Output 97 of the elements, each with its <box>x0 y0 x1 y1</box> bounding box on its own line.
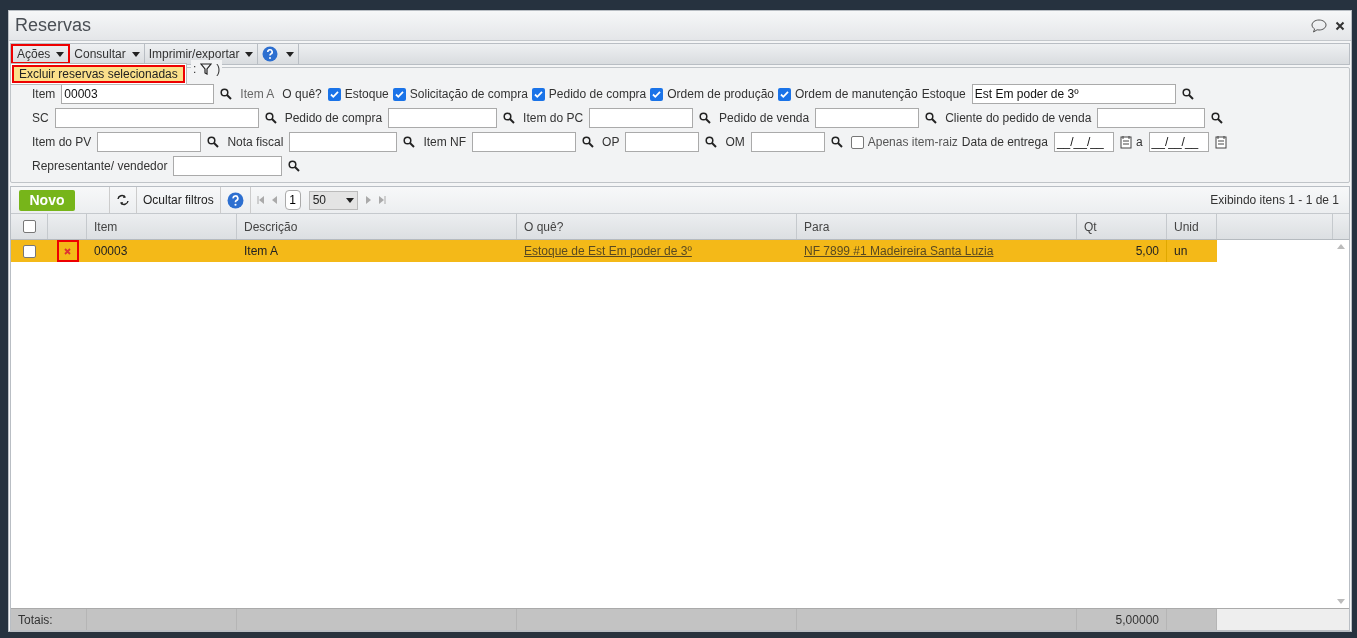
search-icon[interactable] <box>830 136 843 148</box>
input-field[interactable] <box>54 108 259 128</box>
field-label: SC <box>32 110 49 127</box>
column-header[interactable]: Unid <box>1167 214 1217 239</box>
search-icon[interactable] <box>699 112 712 124</box>
field-label: a <box>1135 134 1143 151</box>
checkbox-label: Estoque <box>344 86 389 103</box>
field-label: Item do PV <box>32 134 92 151</box>
hide-filters-button[interactable]: Ocultar filtros <box>136 187 221 213</box>
field-label: OP <box>602 134 620 151</box>
table-cell-text: un <box>1174 243 1188 260</box>
input-field[interactable] <box>97 132 202 152</box>
table-cell-text: Item A <box>244 243 278 260</box>
table-link[interactable]: Estoque de Est Em poder de 3º <box>524 242 692 260</box>
field-label: Pedido de compra <box>284 110 383 127</box>
search-icon[interactable] <box>1181 88 1194 100</box>
checkbox-label: Solicitação de compra <box>409 86 528 103</box>
checkbox[interactable] <box>650 87 664 101</box>
input-field[interactable]: Est Em poder de 3º <box>971 84 1176 104</box>
field-label: Nota fiscal <box>227 134 284 151</box>
refresh-icon[interactable] <box>116 194 130 206</box>
search-icon[interactable] <box>925 112 938 124</box>
checkbox[interactable] <box>22 220 36 233</box>
column-header[interactable]: Qt <box>1077 214 1167 239</box>
column-header[interactable]: O quê? <box>517 214 797 239</box>
help-icon[interactable] <box>226 191 244 209</box>
field-label: Item NF <box>423 134 467 151</box>
field-label: OM <box>725 134 745 151</box>
search-icon[interactable] <box>1211 112 1224 124</box>
search-icon[interactable] <box>207 136 220 148</box>
checkbox[interactable] <box>531 87 545 101</box>
field-label: Pedido de venda <box>719 110 810 127</box>
speech-bubble-icon[interactable] <box>1311 18 1327 33</box>
column-header[interactable]: Descrição <box>237 214 517 239</box>
search-icon[interactable] <box>288 160 301 172</box>
input-field[interactable]: 00003 <box>61 84 215 104</box>
table-row[interactable]: 00003 Item A Estoque de Est Em poder de 3º NF 7899 #1 Madeireira Santa Luzia 5,00 un <box>11 240 1217 262</box>
search-icon[interactable] <box>503 112 516 124</box>
delete-button[interactable] <box>56 240 79 262</box>
input-field[interactable] <box>289 132 398 152</box>
menu-item[interactable]: Excluir reservas selecionadas <box>12 65 185 83</box>
field-label: Data de entrega <box>961 134 1048 151</box>
checkbox-label: Ordem de manutenção <box>795 86 918 103</box>
checkbox[interactable] <box>327 87 341 101</box>
caret-icon <box>286 51 295 57</box>
page-field[interactable]: 1 <box>284 190 301 210</box>
page-size-select[interactable]: 50 <box>308 190 358 210</box>
legend-text: : <box>193 61 197 78</box>
field-label: Item do PC <box>523 110 584 127</box>
totals-value: 5,00000 <box>1115 611 1159 629</box>
table-link[interactable]: NF 7899 #1 Madeireira Santa Luzia <box>804 242 994 260</box>
totals-label: Totais: <box>18 611 53 629</box>
field-label: Item <box>32 86 56 103</box>
date-field[interactable]: __/__/__ <box>1053 132 1114 152</box>
table-cell-text: 5,00 <box>1135 243 1159 260</box>
checkbox-label: Pedido de compra <box>548 86 647 103</box>
input-field[interactable] <box>625 132 700 152</box>
caret-icon <box>345 197 354 203</box>
input-field[interactable] <box>173 156 283 176</box>
close-icon[interactable] <box>1335 20 1345 31</box>
input-field[interactable] <box>815 108 920 128</box>
field-label: Cliente do pedido de venda <box>945 110 1092 127</box>
caret-icon <box>131 51 140 57</box>
search-icon[interactable] <box>705 136 718 148</box>
filter-icon[interactable] <box>200 63 213 75</box>
field-label: O quê? <box>282 86 322 103</box>
date-field[interactable]: __/__/__ <box>1148 132 1209 152</box>
table-cell-text: 00003 <box>94 243 128 260</box>
checkbox-label: Ordem de produção <box>667 86 774 103</box>
column-header[interactable]: Para <box>797 214 1077 239</box>
item-description: Item A <box>240 86 275 103</box>
input-field[interactable] <box>1097 108 1206 128</box>
items-summary: Exibindo itens 1 - 1 de 1 <box>1210 192 1339 209</box>
window-title: Reservas <box>15 14 92 37</box>
checkbox[interactable] <box>23 244 36 258</box>
help-icon[interactable] <box>262 46 279 62</box>
checkbox[interactable] <box>778 87 791 101</box>
caret-icon <box>56 51 65 57</box>
input-field[interactable] <box>388 108 498 128</box>
calendar-icon[interactable] <box>1119 135 1132 149</box>
checkbox[interactable] <box>850 135 864 149</box>
input-field[interactable] <box>589 108 694 128</box>
column-header[interactable]: Item <box>87 214 237 239</box>
delete-icon <box>64 247 71 255</box>
search-icon[interactable] <box>403 136 416 148</box>
field-label: Estoque <box>921 86 966 103</box>
calendar-icon[interactable] <box>1214 135 1227 149</box>
input-field[interactable] <box>472 132 577 152</box>
checkbox[interactable] <box>392 87 406 101</box>
search-icon[interactable] <box>582 136 595 148</box>
caret-icon <box>245 51 254 57</box>
legend-text: ) <box>216 61 221 78</box>
search-icon[interactable] <box>264 112 277 124</box>
field-label: Representante/ vendedor <box>32 158 168 175</box>
search-icon[interactable] <box>220 88 233 100</box>
checkbox-label: Apenas item-raiz <box>867 134 958 151</box>
input-field[interactable] <box>750 132 825 152</box>
